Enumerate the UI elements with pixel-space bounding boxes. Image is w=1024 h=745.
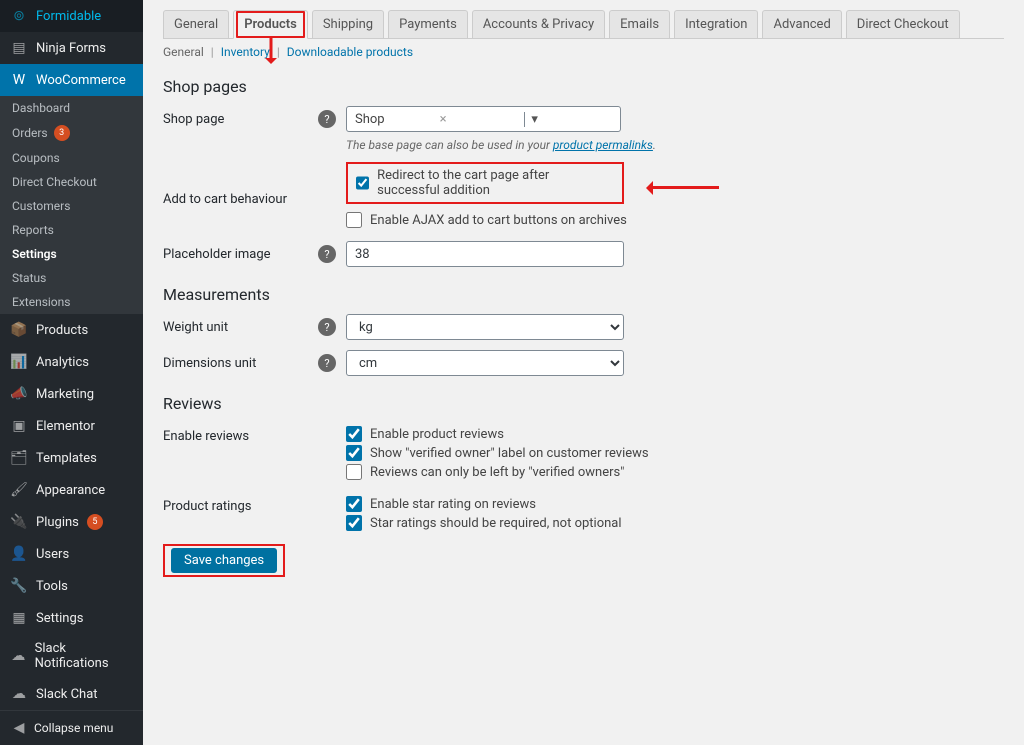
star-ratings-required-checkbox[interactable] [346,515,362,531]
menu-icon: 🔧 [10,577,28,595]
sidebar-item-plugins[interactable]: 🔌Plugins 5 [0,506,143,538]
sidebar-item-products[interactable]: 📦Products [0,314,143,346]
tab-accounts-privacy[interactable]: Accounts & Privacy [472,10,605,38]
save-changes-button[interactable]: Save changes [171,548,277,573]
placeholder-image-label: Placeholder image [163,241,318,262]
subnav-downloadable[interactable]: Downloadable products [287,45,413,59]
tab-products[interactable]: Products [233,10,308,39]
shop-page-label: Shop page [163,106,318,127]
sidebar-item-settings[interactable]: ▦Settings [0,602,143,634]
help-icon[interactable]: ? [318,354,336,372]
menu-icon: ☁ [10,647,27,665]
sidebar-item-appearance[interactable]: 🖌Appearance [0,474,143,506]
sidebar-item-woocommerce[interactable]: W WooCommerce [0,64,143,96]
settings-tabs: GeneralProductsShippingPaymentsAccounts … [163,10,1004,39]
redirect-label: Redirect to the cart page after successf… [377,168,614,198]
tab-payments[interactable]: Payments [388,10,468,38]
main-content: GeneralProductsShippingPaymentsAccounts … [143,0,1024,745]
submenu-coupons[interactable]: Coupons [0,146,143,170]
menu-icon: ▣ [10,417,28,435]
sidebar-item-formidable[interactable]: ⊚Formidable [0,0,143,32]
dimensions-unit-select[interactable]: cm [346,350,624,376]
enable-product-reviews-checkbox[interactable] [346,426,362,442]
weight-unit-select[interactable]: kg [346,314,624,340]
tab-direct-checkout[interactable]: Direct Checkout [846,10,960,38]
menu-icon: 👤 [10,545,28,563]
product-ratings-label: Product ratings [163,493,318,514]
shop-page-select[interactable]: Shop × ▾ [346,106,621,132]
woocommerce-icon: W [10,71,28,89]
product-permalinks-link[interactable]: product permalinks [553,138,653,152]
sidebar-item-slack-notifications[interactable]: ☁Slack Notifications [0,634,143,678]
sidebar-item-slack-chat[interactable]: ☁Slack Chat [0,678,143,710]
subnav: General | Inventory | Downloadable produ… [163,45,1004,59]
tab-emails[interactable]: Emails [609,10,670,38]
tab-advanced[interactable]: Advanced [762,10,841,38]
help-icon[interactable]: ? [318,245,336,263]
sidebar-item-templates[interactable]: 🗂Templates [0,442,143,474]
sidebar-item-analytics[interactable]: 📊Analytics [0,346,143,378]
sidebar-item-elementor[interactable]: ▣Elementor [0,410,143,442]
sidebar-label: WooCommerce [36,73,126,88]
tab-integration[interactable]: Integration [674,10,758,38]
submenu-reports[interactable]: Reports [0,218,143,242]
menu-icon: ⊚ [10,7,28,25]
shop-hint: The base page can also be used in your p… [346,138,656,152]
menu-icon: 📊 [10,353,28,371]
help-icon[interactable]: ? [318,318,336,336]
submenu-extensions[interactable]: Extensions [0,290,143,314]
chevron-down-icon[interactable]: ▾ [524,112,616,127]
tab-shipping[interactable]: Shipping [312,10,384,38]
add-to-cart-label: Add to cart behaviour [163,186,318,207]
menu-icon: ☁ [10,685,28,703]
ajax-checkbox[interactable] [346,212,362,228]
verified-owners-only-checkbox[interactable] [346,464,362,480]
section-measurements: Measurements [163,285,1004,304]
placeholder-image-input[interactable] [346,241,624,267]
subnav-general[interactable]: General [163,45,204,59]
admin-sidebar: ⊚Formidable▤Ninja Forms W WooCommerce Da… [0,0,143,745]
submenu-direct-checkout[interactable]: Direct Checkout [0,170,143,194]
submenu-orders[interactable]: Orders3 [0,120,143,146]
section-shop-pages: Shop pages [163,77,1004,96]
sidebar-item-tools[interactable]: 🔧Tools [0,570,143,602]
menu-icon: 🔌 [10,513,28,531]
redirect-checkbox[interactable] [356,175,369,191]
menu-icon: 📦 [10,321,28,339]
clear-icon[interactable]: × [434,112,525,127]
menu-icon: 🗂 [10,449,28,467]
submenu-status[interactable]: Status [0,266,143,290]
menu-icon: 📣 [10,385,28,403]
sidebar-item-ninja-forms[interactable]: ▤Ninja Forms [0,32,143,64]
submenu-customers[interactable]: Customers [0,194,143,218]
verified-owner-label-checkbox[interactable] [346,445,362,461]
submenu-dashboard[interactable]: Dashboard [0,96,143,120]
sidebar-item-marketing[interactable]: 📣Marketing [0,378,143,410]
sidebar-item-users[interactable]: 👤Users [0,538,143,570]
dimensions-unit-label: Dimensions unit [163,350,318,371]
help-icon[interactable]: ? [318,110,336,128]
section-reviews: Reviews [163,394,1004,413]
ajax-label: Enable AJAX add to cart buttons on archi… [370,213,627,228]
enable-reviews-label: Enable reviews [163,423,318,444]
tab-general[interactable]: General [163,10,229,38]
menu-icon: ▦ [10,609,28,627]
collapse-menu[interactable]: ◀ Collapse menu [0,710,143,745]
badge: 3 [54,125,70,141]
badge: 5 [87,514,103,530]
weight-unit-label: Weight unit [163,314,318,335]
subnav-inventory[interactable]: Inventory [221,45,270,59]
enable-star-rating-checkbox[interactable] [346,496,362,512]
collapse-icon: ◀ [10,719,28,737]
menu-icon: 🖌 [10,481,28,499]
menu-icon: ▤ [10,39,28,57]
submenu-settings[interactable]: Settings [0,242,143,266]
sidebar-submenu: DashboardOrders3CouponsDirect CheckoutCu… [0,96,143,314]
annotation-arrow [649,186,719,189]
